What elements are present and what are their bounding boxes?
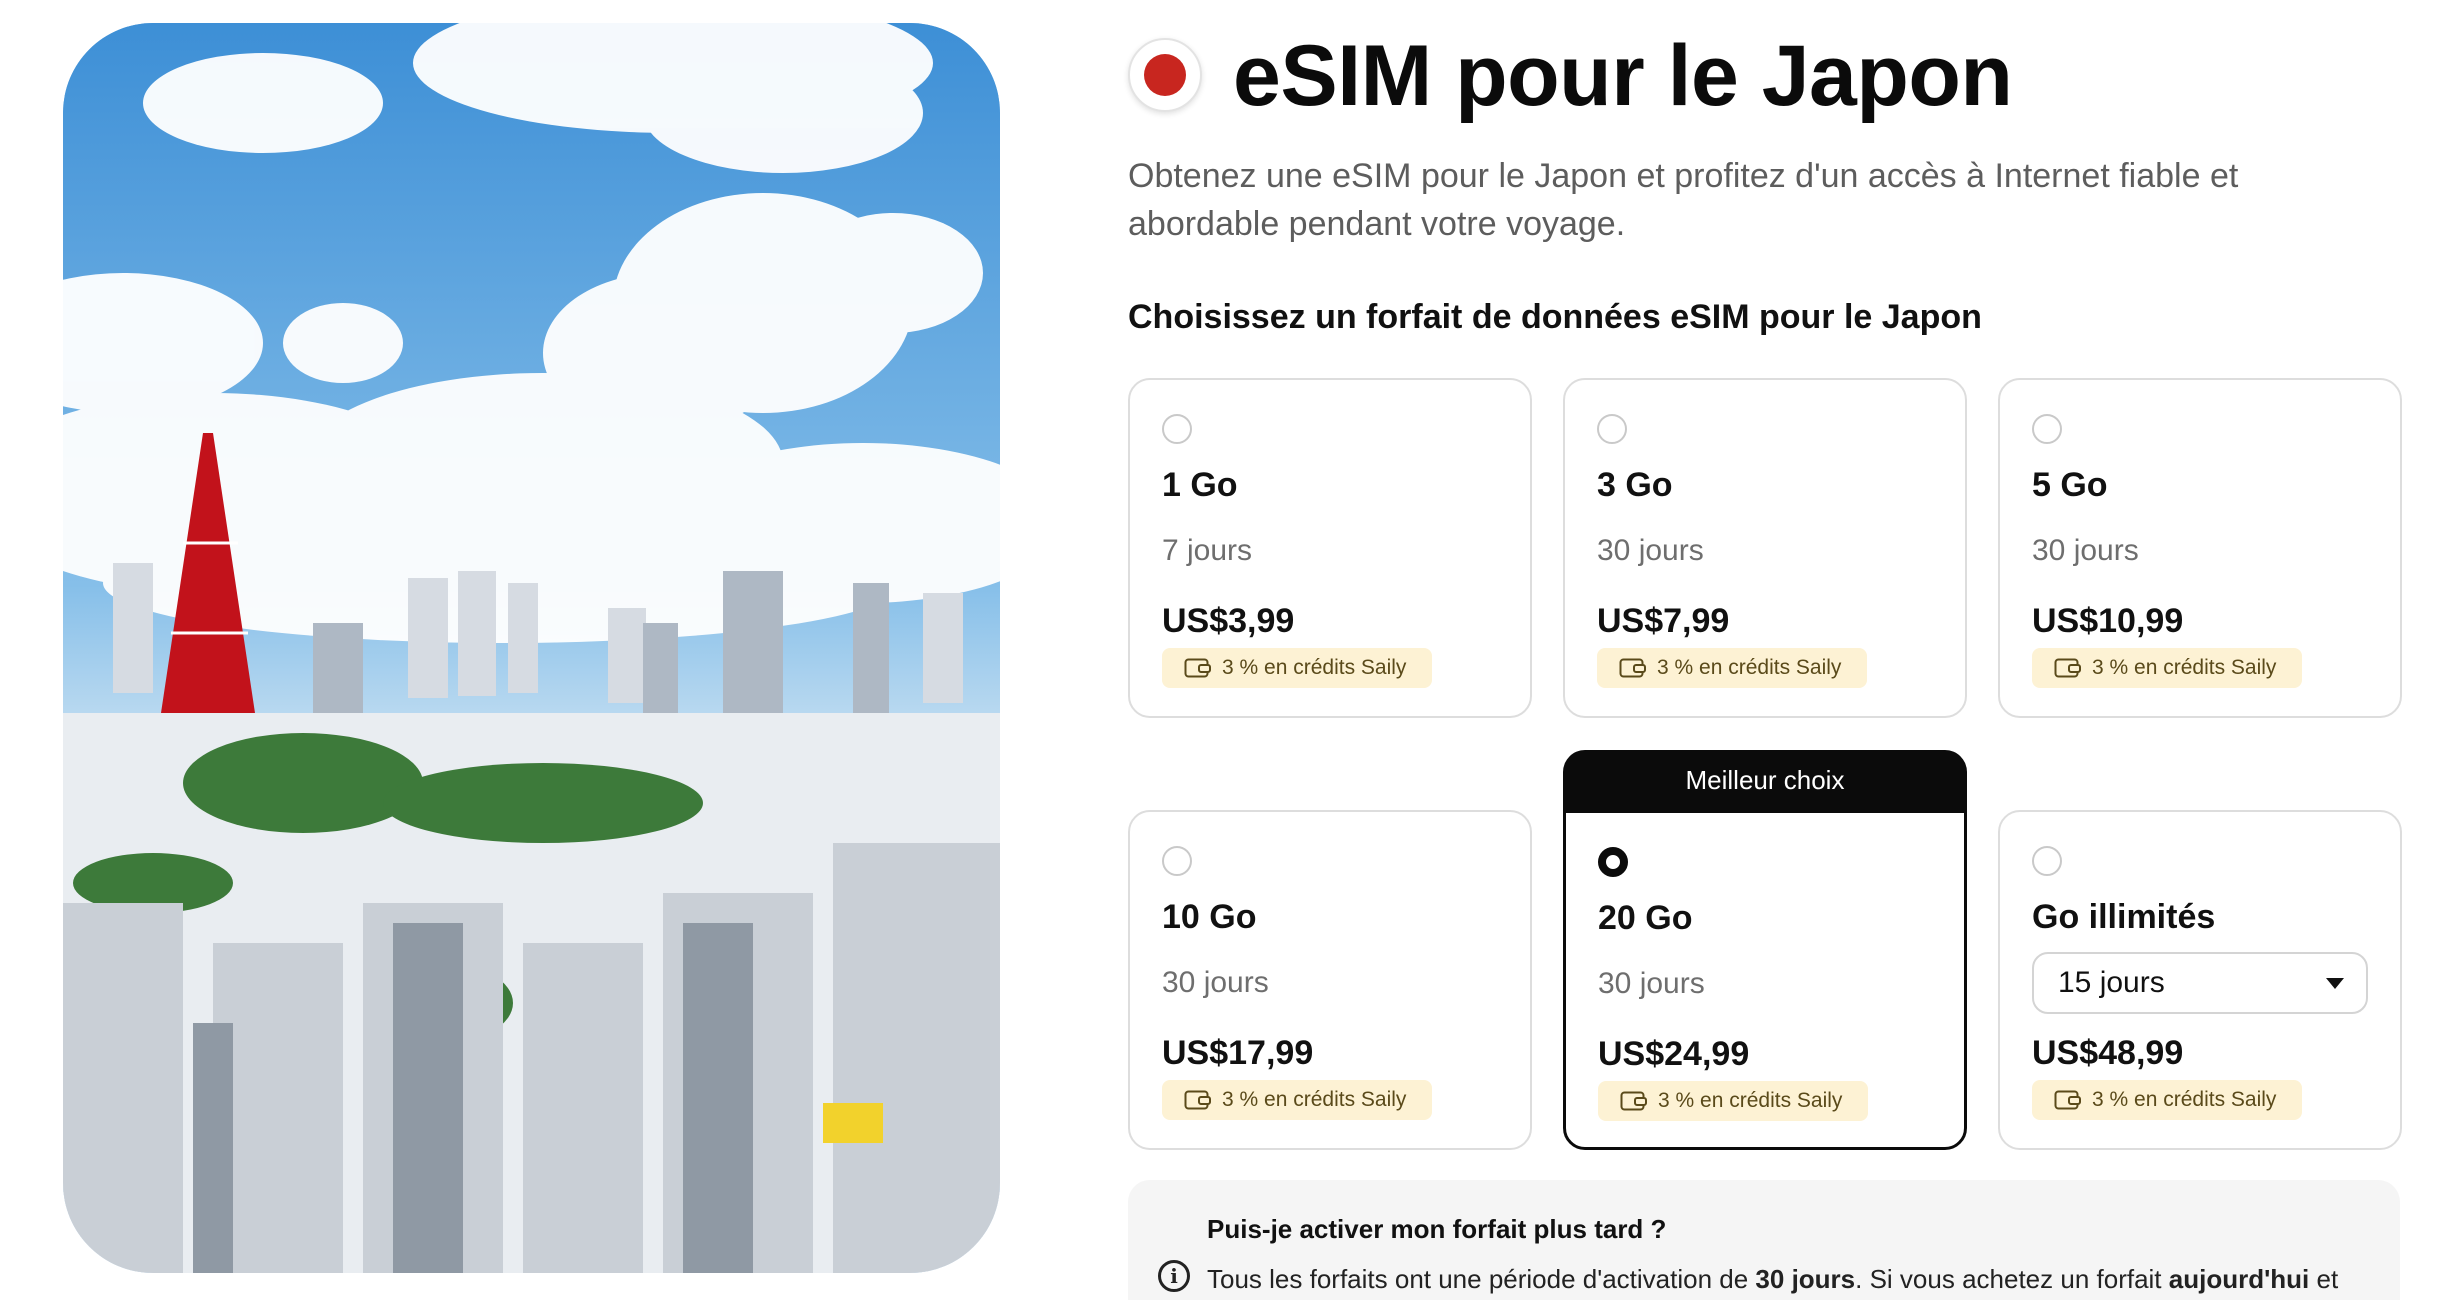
plan-radio[interactable] [1162,846,1192,876]
plan-data-amount: 20 Go [1598,899,1693,937]
page-title: eSIM pour le Japon [1233,28,2013,124]
plan-radio[interactable] [1162,414,1192,444]
faq-question[interactable]: Puis-je activer mon forfait plus tard ? [1207,1214,1666,1245]
plan-price: US$10,99 [2032,602,2184,640]
plan-card-3go[interactable]: 3 Go 30 jours US$7,99 3 % en crédits Sai… [1563,378,1967,718]
chevron-down-icon [2326,977,2344,989]
credit-badge: 3 % en crédits Saily [1162,1080,1433,1120]
plans-section-title: Choisissez un forfait de données eSIM po… [1128,298,1982,336]
credit-badge: 3 % en crédits Saily [1598,1081,1869,1121]
faq-answer-text: Tous les forfaits ont une période d'acti… [1207,1264,1756,1294]
credit-label: 3 % en crédits Saily [1658,1089,1843,1112]
plan-data-amount: 5 Go [2032,466,2108,504]
wallet-icon [1184,1090,1211,1110]
credit-badge: 3 % en crédits Saily [2032,648,2303,688]
plan-radio-selected[interactable] [1598,847,1628,877]
plan-validity: 30 jours [1162,966,1269,999]
plan-validity: 30 jours [2032,534,2139,567]
credit-badge: 3 % en crédits Saily [1597,648,1868,688]
plan-price: US$48,99 [2032,1034,2184,1072]
days-select-value: 15 jours [2058,966,2165,999]
plan-card-20go[interactable]: 20 Go 30 jours US$24,99 3 % en crédits S… [1563,810,1967,1150]
plan-price: US$3,99 [1162,602,1295,640]
plan-card-5go[interactable]: 5 Go 30 jours US$10,99 3 % en crédits Sa… [1998,378,2402,718]
wallet-icon [2054,658,2081,678]
credit-badge: 3 % en crédits Saily [1162,648,1433,688]
credit-label: 3 % en crédits Saily [2092,656,2277,679]
plan-validity: 30 jours [1598,967,1705,1000]
plan-data-amount: 1 Go [1162,466,1238,504]
wallet-icon [2054,1090,2081,1110]
plan-card-unlimited[interactable]: Go illimités 15 jours US$48,99 3 % en cr… [1998,810,2402,1150]
credit-label: 3 % en crédits Saily [2092,1088,2277,1111]
plan-price: US$24,99 [1598,1035,1750,1073]
page-subtitle: Obtenez une eSIM pour le Japon et profit… [1128,157,2239,243]
plan-validity: 30 jours [1597,534,1704,567]
plan-data-amount: Go illimités [2032,898,2216,936]
plan-card-10go[interactable]: 10 Go 30 jours US$17,99 3 % en crédits S… [1128,810,1532,1150]
faq-answer-text: et [2309,1264,2339,1294]
hero-image [63,23,1000,1273]
plan-price: US$7,99 [1597,602,1730,640]
faq-box: Puis-je activer mon forfait plus tard ? … [1128,1180,2400,1300]
wallet-icon [1620,1091,1647,1111]
info-icon: i [1158,1260,1190,1292]
plan-price: US$17,99 [1162,1034,1314,1072]
plan-data-amount: 10 Go [1162,898,1257,936]
plan-card-1go[interactable]: 1 Go 7 jours US$3,99 3 % en crédits Sail… [1128,378,1532,718]
plan-radio[interactable] [1597,414,1627,444]
credit-label: 3 % en crédits Saily [1657,656,1842,679]
japan-flag-icon [1128,38,1202,112]
faq-answer-bold: aujourd'hui [2168,1264,2310,1294]
credit-badge: 3 % en crédits Saily [2032,1080,2303,1120]
faq-answer: Tous les forfaits ont une période d'acti… [1207,1264,2338,1295]
best-choice-badge: Meilleur choix [1563,750,1967,810]
plan-data-amount: 3 Go [1597,466,1673,504]
credit-label: 3 % en crédits Saily [1222,656,1407,679]
plan-radio[interactable] [2032,414,2062,444]
wallet-icon [1184,658,1211,678]
wallet-icon [1619,658,1646,678]
plan-validity: 7 jours [1162,534,1253,567]
plan-radio[interactable] [2032,846,2062,876]
days-select[interactable]: 15 jours [2032,952,2368,1014]
faq-answer-text: . Si vous achetez un forfait [1855,1264,2169,1294]
credit-label: 3 % en crédits Saily [1222,1088,1407,1111]
tokyo-skyline-photo [63,23,1000,1273]
faq-answer-bold: 30 jours [1755,1264,1856,1294]
